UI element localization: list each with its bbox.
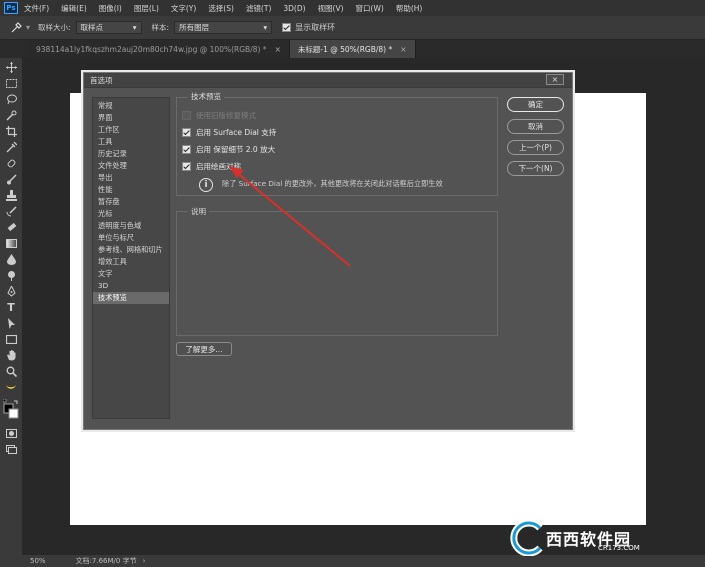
watermark-sub-text: CR173.COM [598,544,640,552]
watermark-logo: 西西软件园 CR173.COM [506,518,696,558]
chevron-right-icon[interactable]: › [143,557,146,565]
document-info: 文档:7.66M/0 字节 [75,557,137,565]
zoom-level[interactable]: 50% [30,557,46,565]
watermark-c-icon [506,519,546,557]
annotation-arrow [229,166,351,267]
